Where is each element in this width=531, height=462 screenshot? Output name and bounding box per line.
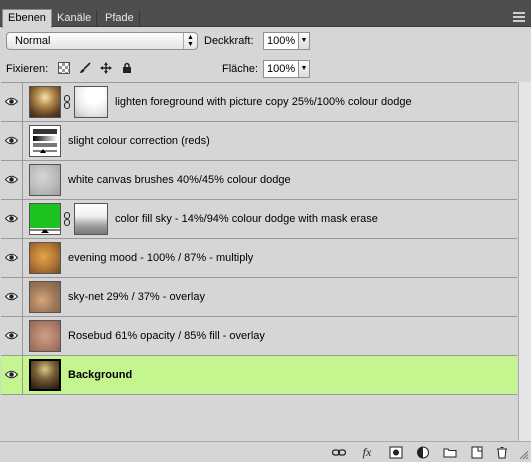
eye-icon — [5, 370, 18, 379]
eye-icon — [5, 136, 18, 145]
tab-kanaele[interactable]: Kanäle — [52, 10, 98, 27]
tab-pfade[interactable]: Pfade — [100, 10, 140, 27]
panel-tab-bar: Ebenen Kanäle Pfade — [0, 0, 531, 28]
visibility-toggle[interactable] — [1, 239, 23, 277]
layer-row[interactable]: evening mood - 100% / 87% - multiply — [1, 239, 517, 278]
lock-all-icon[interactable] — [121, 62, 133, 74]
layer-thumbnail — [29, 242, 61, 274]
lock-paint-icon[interactable] — [79, 62, 91, 74]
layers-list: lighten foreground with picture copy 25%… — [1, 82, 517, 443]
visibility-toggle[interactable] — [1, 278, 23, 316]
eye-icon — [5, 97, 18, 106]
select-arrows-icon: ▲ ▼ — [183, 33, 197, 49]
eye-icon — [5, 253, 18, 262]
layer-row[interactable]: slight colour correction (reds) — [1, 122, 517, 161]
opacity-input[interactable]: 100% — [263, 32, 299, 50]
visibility-toggle[interactable] — [1, 356, 23, 394]
lock-icons — [58, 62, 139, 76]
trash-icon[interactable] — [495, 446, 509, 459]
blend-mode-value: Normal — [15, 35, 51, 47]
link-icon[interactable] — [331, 446, 347, 459]
folder-icon[interactable] — [443, 446, 457, 459]
layer-name: Background — [68, 369, 133, 381]
layer-name: white canvas brushes 40%/45% colour dodg… — [68, 174, 291, 186]
layer-name: evening mood - 100% / 87% - multiply — [68, 252, 254, 264]
panel-bottom-bar: fx — [0, 441, 531, 462]
eye-icon — [5, 292, 18, 301]
layer-name: slight colour correction (reds) — [68, 135, 210, 147]
layer-thumbnail — [29, 281, 61, 313]
layer-row[interactable]: color fill sky - 14%/94% colour dodge wi… — [1, 200, 517, 239]
layer-row[interactable]: sky-net 29% / 37% - overlay — [1, 278, 517, 317]
layers-scrollbar[interactable] — [518, 82, 531, 443]
visibility-toggle[interactable] — [1, 161, 23, 199]
adjustment-levels-icon — [29, 125, 61, 157]
resize-grip-icon[interactable] — [519, 450, 529, 460]
layer-thumbnail — [29, 86, 61, 118]
layer-mask-thumbnail[interactable] — [74, 86, 108, 118]
visibility-toggle[interactable] — [1, 83, 23, 121]
layer-thumbnail — [29, 359, 61, 391]
opacity-dropdown-button[interactable]: ▼ — [299, 32, 310, 50]
add-mask-icon[interactable] — [389, 446, 403, 459]
opacity-label: Deckkraft: — [204, 35, 254, 47]
layer-thumbnail — [29, 320, 61, 352]
mask-link-icon[interactable] — [64, 212, 70, 226]
eye-icon — [5, 175, 18, 184]
layer-row[interactable]: lighten foreground with picture copy 25%… — [1, 83, 517, 122]
layer-row[interactable]: white canvas brushes 40%/45% colour dodg… — [1, 161, 517, 200]
layer-name: color fill sky - 14%/94% colour dodge wi… — [115, 213, 378, 225]
fill-dropdown-button[interactable]: ▼ — [299, 60, 310, 78]
blend-mode-select[interactable]: Normal ▲ ▼ — [6, 32, 198, 50]
lock-position-icon[interactable] — [100, 62, 113, 75]
lock-label: Fixieren: — [6, 63, 49, 75]
layer-thumbnail — [29, 164, 61, 196]
layer-mask-thumbnail[interactable] — [74, 203, 108, 235]
visibility-toggle[interactable] — [1, 317, 23, 355]
new-layer-icon[interactable] — [470, 446, 484, 459]
mask-link-icon[interactable] — [64, 95, 70, 109]
layer-row[interactable]: Rosebud 61% opacity / 85% fill - overlay — [1, 317, 517, 356]
layer-name: sky-net 29% / 37% - overlay — [68, 291, 205, 303]
visibility-toggle[interactable] — [1, 122, 23, 160]
layer-name: Rosebud 61% opacity / 85% fill - overlay — [68, 330, 265, 342]
lock-transparency-icon[interactable] — [58, 62, 70, 75]
layer-row-selected[interactable]: Background — [1, 356, 517, 395]
eye-icon — [5, 214, 18, 223]
visibility-toggle[interactable] — [1, 200, 23, 238]
fill-input[interactable]: 100% — [263, 60, 299, 78]
eye-icon — [5, 331, 18, 340]
fx-icon[interactable]: fx — [360, 446, 374, 459]
fill-label: Fläche: — [222, 63, 259, 75]
layer-name: lighten foreground with picture copy 25%… — [115, 96, 412, 108]
adjustment-layer-icon[interactable] — [416, 446, 430, 459]
panel-menu-icon[interactable] — [513, 12, 525, 22]
tab-ebenen[interactable]: Ebenen — [2, 9, 52, 28]
color-fill-thumbnail — [29, 203, 61, 235]
